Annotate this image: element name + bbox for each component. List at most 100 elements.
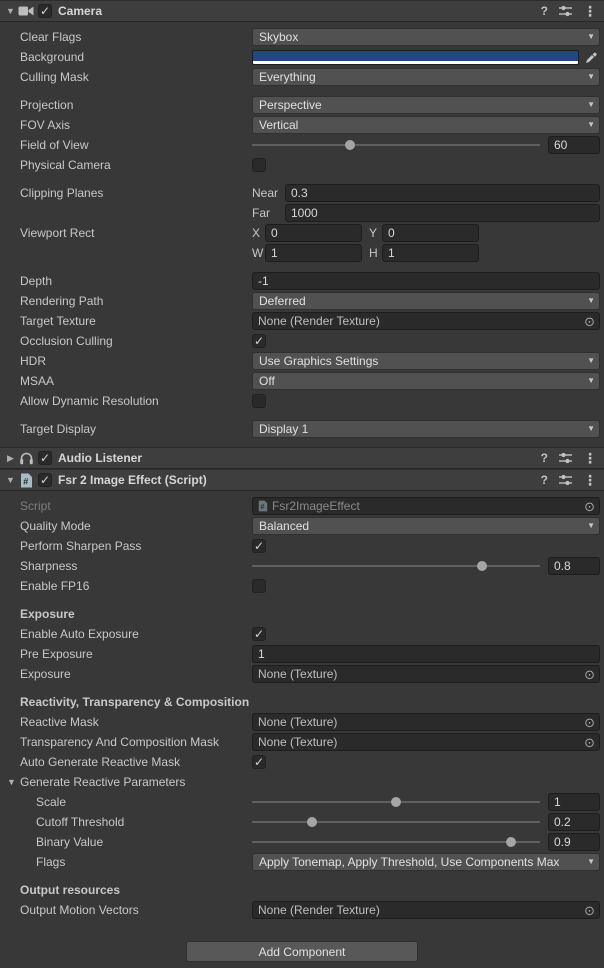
viewport-x-label: X xyxy=(252,226,265,240)
row-quality-mode: Quality Mode Balanced ▼ xyxy=(0,516,604,536)
camera-foldout-icon[interactable]: ▼ xyxy=(4,6,17,16)
help-icon[interactable]: ? xyxy=(541,4,548,18)
chevron-down-icon: ▼ xyxy=(587,120,595,130)
rendering-path-dropdown[interactable]: Deferred ▼ xyxy=(252,292,600,310)
viewport-y-input[interactable]: 0 xyxy=(382,224,479,242)
sharpness-slider[interactable] xyxy=(252,557,540,575)
binary-value-slider[interactable] xyxy=(252,833,540,851)
target-texture-field[interactable]: None (Render Texture) ⊙ xyxy=(252,312,600,330)
spacer xyxy=(0,872,604,880)
projection-dropdown[interactable]: Perspective ▼ xyxy=(252,96,600,114)
viewport-x-input[interactable]: 0 xyxy=(265,224,362,242)
field-of-view-slider[interactable] xyxy=(252,136,540,154)
binary-value-input[interactable]: 0.9 xyxy=(548,833,600,851)
scale-input[interactable]: 1 xyxy=(548,793,600,811)
slider-knob[interactable] xyxy=(506,837,516,847)
exposure-label: Exposure xyxy=(20,667,252,681)
camera-enabled-checkbox[interactable]: ✓ xyxy=(38,4,52,18)
fsr2-title: Fsr 2 Image Effect (Script) xyxy=(58,473,207,487)
cutoff-threshold-slider[interactable] xyxy=(252,813,540,831)
culling-mask-dropdown[interactable]: Everything ▼ xyxy=(252,68,600,86)
object-picker-icon[interactable]: ⊙ xyxy=(582,314,597,329)
cutoff-threshold-input[interactable]: 0.2 xyxy=(548,813,600,831)
row-hdr: HDR Use Graphics Settings ▼ xyxy=(0,351,604,371)
slider-knob[interactable] xyxy=(391,797,401,807)
audio-listener-foldout-icon[interactable]: ▶ xyxy=(4,453,17,464)
output-motion-vectors-field[interactable]: None (Render Texture) ⊙ xyxy=(252,901,600,919)
pre-exposure-label: Pre Exposure xyxy=(20,647,252,661)
scale-slider[interactable] xyxy=(252,793,540,811)
enable-fp16-checkbox[interactable] xyxy=(252,579,266,593)
quality-mode-label: Quality Mode xyxy=(20,519,252,533)
check-icon: ✓ xyxy=(254,538,264,554)
object-picker-icon[interactable]: ⊙ xyxy=(582,715,597,730)
viewport-h-input[interactable]: 1 xyxy=(382,244,479,262)
object-picker-icon[interactable]: ⊙ xyxy=(582,667,597,682)
slider-knob[interactable] xyxy=(345,140,355,150)
object-picker-icon[interactable]: ⊙ xyxy=(582,735,597,750)
near-clip-value: 0.3 xyxy=(291,186,308,200)
slider-knob[interactable] xyxy=(307,817,317,827)
perform-sharpen-pass-label: Perform Sharpen Pass xyxy=(20,539,252,553)
eyedropper-icon[interactable] xyxy=(583,49,600,65)
hdr-dropdown[interactable]: Use Graphics Settings ▼ xyxy=(252,352,600,370)
preset-icon[interactable] xyxy=(559,474,572,486)
kebab-menu-icon[interactable]: ⋮ xyxy=(583,3,597,20)
kebab-menu-icon[interactable]: ⋮ xyxy=(583,450,597,467)
field-of-view-input[interactable]: 60 xyxy=(548,136,600,154)
row-msaa: MSAA Off ▼ xyxy=(0,371,604,391)
auto-generate-reactive-mask-checkbox[interactable]: ✓ xyxy=(252,755,266,769)
chevron-down-icon: ▼ xyxy=(587,32,595,42)
fsr2-foldout-icon[interactable]: ▼ xyxy=(4,475,17,485)
physical-camera-checkbox[interactable] xyxy=(252,158,266,172)
background-color-field[interactable] xyxy=(252,50,579,65)
slider-knob[interactable] xyxy=(477,561,487,571)
quality-mode-dropdown[interactable]: Balanced ▼ xyxy=(252,517,600,535)
occlusion-culling-checkbox[interactable]: ✓ xyxy=(252,334,266,348)
audio-listener-enabled-checkbox[interactable]: ✓ xyxy=(38,451,52,465)
preset-icon[interactable] xyxy=(559,452,572,464)
object-picker-icon[interactable]: ⊙ xyxy=(582,903,597,918)
enable-auto-exposure-checkbox[interactable]: ✓ xyxy=(252,627,266,641)
sharpness-input[interactable]: 0.8 xyxy=(548,557,600,575)
camera-component-header[interactable]: ▼ ✓ Camera ? ⋮ xyxy=(0,0,604,22)
far-label: Far xyxy=(252,206,285,220)
fsr2-component-header[interactable]: ▼ # ✓ Fsr 2 Image Effect (Script) ? ⋮ xyxy=(0,469,604,491)
msaa-dropdown[interactable]: Off ▼ xyxy=(252,372,600,390)
chevron-down-icon: ▼ xyxy=(587,376,595,386)
pre-exposure-input[interactable]: 1 xyxy=(252,645,600,663)
generate-reactive-parameters-foldout-icon[interactable]: ▼ xyxy=(7,777,16,787)
target-display-label: Target Display xyxy=(20,422,252,436)
target-display-dropdown[interactable]: Display 1 ▼ xyxy=(252,420,600,438)
near-clip-input[interactable]: 0.3 xyxy=(285,184,600,202)
perform-sharpen-pass-checkbox[interactable]: ✓ xyxy=(252,539,266,553)
add-component-button[interactable]: Add Component xyxy=(186,941,418,962)
viewport-w-input[interactable]: 1 xyxy=(265,244,362,262)
allow-dynamic-resolution-checkbox[interactable] xyxy=(252,394,266,408)
viewport-y-value: 0 xyxy=(388,226,395,240)
row-sharpness: Sharpness 0.8 xyxy=(0,556,604,576)
headphones-icon xyxy=(17,450,35,466)
fsr2-enabled-checkbox[interactable]: ✓ xyxy=(38,473,52,487)
svg-text:#: # xyxy=(23,476,28,486)
fov-axis-dropdown[interactable]: Vertical ▼ xyxy=(252,116,600,134)
transparency-mask-field[interactable]: None (Texture) ⊙ xyxy=(252,733,600,751)
far-clip-value: 1000 xyxy=(291,206,318,220)
help-icon[interactable]: ? xyxy=(541,451,548,465)
flags-dropdown[interactable]: Apply Tonemap, Apply Threshold, Use Comp… xyxy=(252,853,600,871)
reactive-mask-field[interactable]: None (Texture) ⊙ xyxy=(252,713,600,731)
row-output-section: Output resources xyxy=(0,880,604,900)
clear-flags-dropdown[interactable]: Skybox ▼ xyxy=(252,28,600,46)
chevron-down-icon: ▼ xyxy=(587,424,595,434)
camera-title: Camera xyxy=(58,4,102,18)
audio-listener-component-header[interactable]: ▶ ✓ Audio Listener ? ⋮ xyxy=(0,447,604,469)
viewport-rect-label: Viewport Rect xyxy=(20,226,252,240)
exposure-field[interactable]: None (Texture) ⊙ xyxy=(252,665,600,683)
allow-dynamic-resolution-label: Allow Dynamic Resolution xyxy=(20,394,252,408)
far-clip-input[interactable]: 1000 xyxy=(285,204,600,222)
depth-input[interactable]: -1 xyxy=(252,272,600,290)
row-auto-generate-reactive-mask: Auto Generate Reactive Mask ✓ xyxy=(0,752,604,772)
help-icon[interactable]: ? xyxy=(541,473,548,487)
preset-icon[interactable] xyxy=(559,5,572,17)
kebab-menu-icon[interactable]: ⋮ xyxy=(583,472,597,489)
